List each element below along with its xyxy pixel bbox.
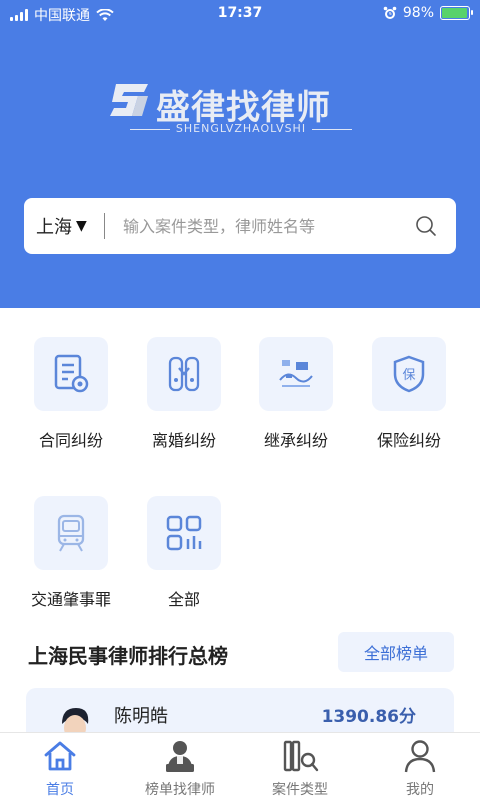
status-bar: 中国联通 17:37 98% bbox=[0, 0, 480, 28]
profile-icon bbox=[401, 737, 439, 775]
tab-label: 案件类型 bbox=[272, 782, 328, 798]
category-contract[interactable]: 合同纠纷 bbox=[16, 337, 126, 451]
tab-lawyer-ranking[interactable]: 榜单找律师 bbox=[120, 733, 240, 800]
ranking-header: 上海民事律师排行总榜 全部榜单 bbox=[28, 632, 454, 672]
grid-icon bbox=[147, 496, 221, 570]
tab-label: 我的 bbox=[406, 782, 434, 798]
divorce-icon bbox=[147, 337, 221, 411]
lawyer-score: 1390.86分 bbox=[321, 707, 416, 727]
case-type-icon bbox=[281, 737, 319, 775]
category-traffic[interactable]: 交通肇事罪 bbox=[16, 496, 126, 610]
tab-case-type[interactable]: 案件类型 bbox=[240, 733, 360, 800]
category-divorce[interactable]: 离婚纠纷 bbox=[129, 337, 239, 451]
brand-subtitle-text: SHENGLVZHAOLVSHI bbox=[175, 122, 307, 135]
hero-banner: 盛律找律师 SHENGLVZHAOLVSHI 上海 ▼ bbox=[0, 28, 480, 308]
category-label: 合同纠纷 bbox=[38, 431, 103, 450]
tab-home[interactable]: 首页 bbox=[0, 733, 120, 800]
tab-label: 榜单找律师 bbox=[145, 782, 215, 798]
city-label: 上海 bbox=[36, 217, 72, 238]
tab-bar: 首页 榜单找律师 案件类型 我的 bbox=[0, 732, 480, 800]
alarm-icon bbox=[383, 6, 397, 19]
status-right: 98% bbox=[383, 5, 473, 21]
category-label: 继承纠纷 bbox=[263, 431, 328, 450]
dropdown-caret-icon: ▼ bbox=[76, 218, 87, 234]
category-all[interactable]: 全部 bbox=[129, 496, 239, 610]
svg-text:保: 保 bbox=[402, 368, 415, 383]
ranking-title: 上海民事律师排行总榜 bbox=[28, 644, 228, 668]
search-icon[interactable] bbox=[406, 206, 446, 246]
home-icon bbox=[41, 737, 79, 775]
category-label: 离婚纠纷 bbox=[151, 431, 216, 450]
search-input[interactable] bbox=[105, 216, 406, 236]
all-rankings-button[interactable]: 全部榜单 bbox=[338, 632, 454, 672]
battery-percent: 98% bbox=[402, 5, 434, 21]
insurance-icon: 保 bbox=[372, 337, 446, 411]
category-label: 交通肇事罪 bbox=[30, 590, 111, 609]
city-selector[interactable]: 上海 ▼ bbox=[24, 213, 104, 239]
category-label: 保险纠纷 bbox=[376, 431, 441, 450]
lawyer-icon bbox=[161, 737, 199, 775]
brand-subtitle: SHENGLVZHAOLVSHI bbox=[108, 122, 374, 135]
category-insurance[interactable]: 保 保险纠纷 bbox=[354, 337, 464, 451]
contract-icon bbox=[34, 337, 108, 411]
lawyer-name: 陈明皓 bbox=[114, 706, 168, 727]
logo-mark-icon bbox=[110, 84, 148, 116]
tab-label: 首页 bbox=[46, 782, 74, 798]
inheritance-icon bbox=[259, 337, 333, 411]
category-label: 全部 bbox=[167, 590, 200, 609]
battery-icon bbox=[440, 6, 473, 20]
tab-profile[interactable]: 我的 bbox=[360, 733, 480, 800]
train-icon bbox=[34, 496, 108, 570]
battery-fill bbox=[442, 8, 468, 18]
search-bar[interactable]: 上海 ▼ bbox=[24, 198, 456, 254]
category-inheritance[interactable]: 继承纠纷 bbox=[241, 337, 351, 451]
brand-logo: 盛律找律师 SHENGLVZHAOLVSHI bbox=[108, 80, 374, 140]
